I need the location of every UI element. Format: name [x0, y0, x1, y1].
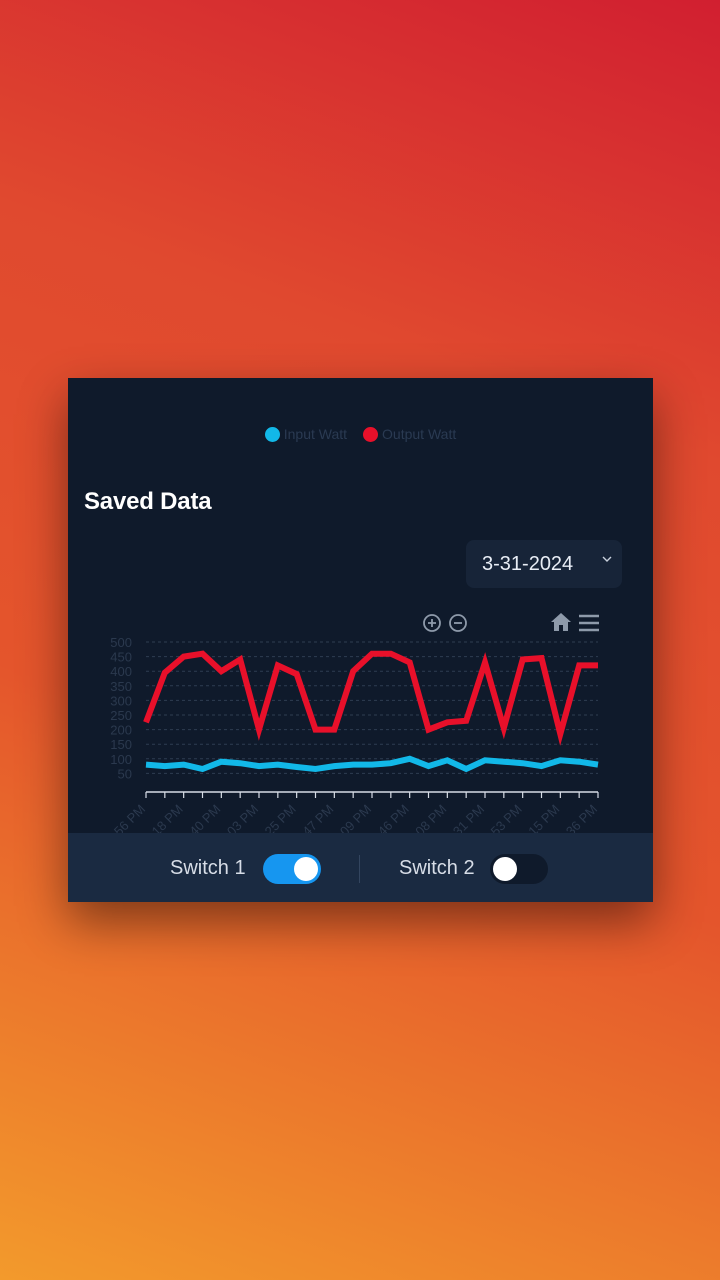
switch-1-knob [294, 857, 318, 881]
series-line-output-watt [143, 650, 598, 746]
series-line-input-watt [145, 755, 599, 773]
x-tick-label: 40 PM [186, 802, 223, 833]
x-tick-label: 31 PM [450, 802, 487, 833]
y-tick-label: 200 [110, 723, 132, 738]
x-tick-label: 03 PM [224, 802, 261, 833]
x-tick-label: 25 PM [262, 802, 299, 833]
x-tick-label: 08 PM [412, 802, 449, 833]
x-tick-label: 36 PM [563, 802, 600, 833]
switch-divider [359, 855, 360, 883]
y-tick-label: 50 [118, 766, 132, 781]
y-tick-label: 100 [110, 752, 132, 767]
y-tick-label: 400 [110, 664, 132, 679]
y-tick-label: 450 [110, 650, 132, 665]
y-tick-label: 250 [110, 708, 132, 723]
x-tick-label: 46 PM [375, 802, 412, 833]
y-tick-label: 500 [110, 635, 132, 650]
watt-line-chart: 5010015020025030035040045050056 PM 18 PM 4… [110, 635, 600, 833]
switch-2-label: Switch 2 [399, 857, 475, 879]
switch-bar: Switch 1 Switch 2 [68, 833, 653, 902]
x-tick-label: 18 PM [149, 802, 186, 833]
x-tick-label: 09 PM [337, 802, 374, 833]
y-tick-label: 300 [110, 693, 132, 708]
switch-1-toggle[interactable] [263, 854, 321, 884]
x-tick-label: 47 PM [299, 802, 336, 833]
x-tick-label: 15 PM [525, 802, 562, 833]
switch-1-label: Switch 1 [170, 857, 246, 879]
x-tick-label: 56 PM [111, 802, 148, 833]
switch-2-toggle[interactable] [490, 854, 548, 884]
saved-data-card: Input Watt Output Watt Saved Data 3-31-2… [68, 378, 653, 902]
switch-2-knob [493, 857, 517, 881]
x-tick-label: 53 PM [488, 802, 525, 833]
y-tick-label: 350 [110, 679, 132, 694]
y-tick-label: 150 [110, 737, 132, 752]
